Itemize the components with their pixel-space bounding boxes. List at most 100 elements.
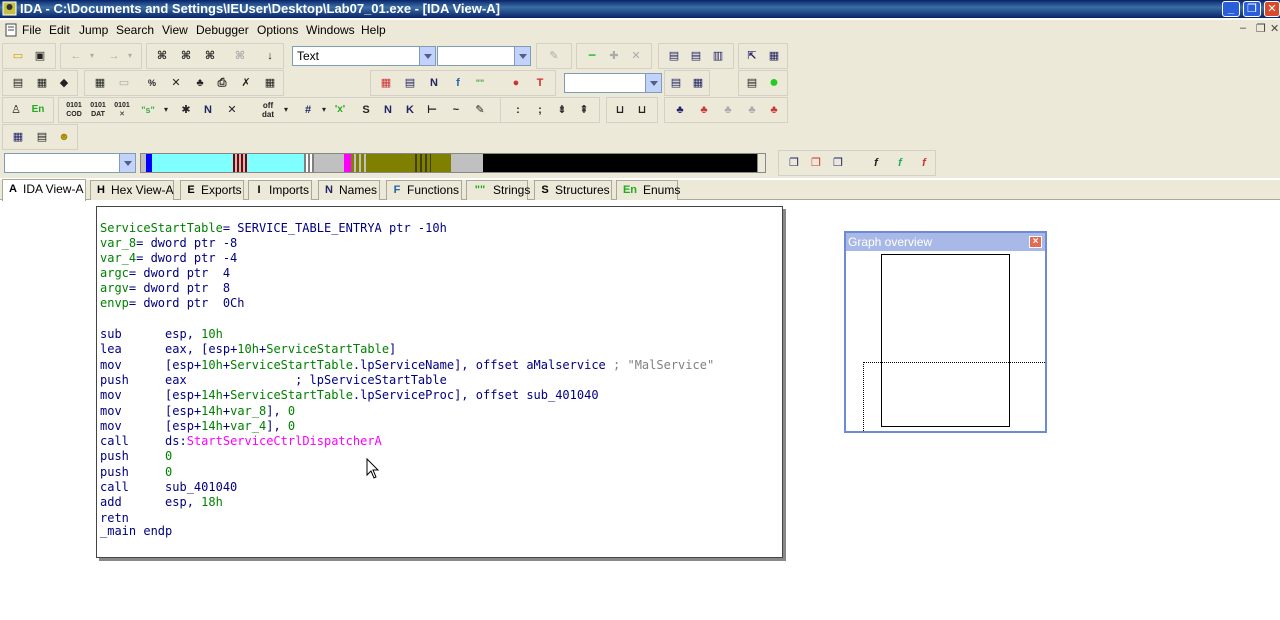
maximize-button[interactable]: ❐: [1243, 1, 1261, 17]
offset-dropdown-icon[interactable]: ▾: [277, 101, 295, 119]
menu-windows[interactable]: Windows: [306, 23, 355, 37]
menu-debugger[interactable]: Debugger: [196, 23, 249, 37]
reset-desktop-icon[interactable]: ⇱: [743, 47, 761, 65]
functions-icon[interactable]: f: [449, 74, 467, 92]
bitwise-not-icon[interactable]: ~: [447, 101, 465, 119]
chevron-down-icon[interactable]: [419, 47, 435, 65]
chart-icon[interactable]: ⊔: [611, 101, 629, 119]
calculator-icon[interactable]: ▦: [91, 74, 109, 92]
tab-imports[interactable]: I Imports: [248, 180, 312, 200]
xref-from-icon[interactable]: ♣: [719, 101, 737, 119]
menu-options[interactable]: Options: [257, 23, 298, 37]
print-icon[interactable]: ⎙: [213, 74, 231, 92]
stack-var-line[interactable]: var_4= dword ptr -4: [100, 251, 237, 266]
stack-var-line[interactable]: var_8= dword ptr -8: [100, 236, 237, 251]
tab-exports[interactable]: E Exports: [180, 180, 244, 200]
binoculars-text-icon[interactable]: ⌘: [201, 47, 219, 65]
binoculars-icon[interactable]: ⌘: [153, 47, 171, 65]
navigation-band[interactable]: [140, 153, 766, 173]
secondary-combo[interactable]: [437, 46, 531, 66]
graph-icon[interactable]: ♣: [191, 74, 209, 92]
person-icon[interactable]: ♙: [7, 101, 25, 119]
cascade-icon[interactable]: ▤: [665, 47, 683, 65]
enum-member-icon[interactable]: N: [379, 101, 397, 119]
menu-help[interactable]: Help: [361, 23, 386, 37]
flow-chart-icon[interactable]: ♣: [671, 101, 689, 119]
chevron-down-icon[interactable]: [514, 47, 530, 65]
back-dropdown-icon[interactable]: ▾: [83, 47, 101, 65]
mdi-close-button[interactable]: ✕: [1270, 22, 1279, 35]
process-icon[interactable]: ▤: [667, 74, 685, 92]
disasm-view-icon[interactable]: ▤: [9, 74, 27, 92]
brush-icon[interactable]: ✎: [545, 47, 563, 65]
delete-icon[interactable]: ✕: [627, 47, 645, 65]
user-xref-icon[interactable]: ♣: [743, 101, 761, 119]
chevron-down-icon[interactable]: [645, 74, 661, 92]
segment-combo[interactable]: [564, 73, 662, 93]
navband-scroll-handle[interactable]: [757, 154, 765, 172]
windows-blue-icon[interactable]: ❐: [829, 154, 847, 172]
segment-icon[interactable]: S: [357, 101, 375, 119]
instruction-line[interactable]: call ds:StartServiceCtrlDispatcherA: [100, 434, 382, 449]
open-icon[interactable]: ▭: [9, 47, 27, 65]
arrange-icon[interactable]: ▦: [765, 47, 783, 65]
plugin-icon[interactable]: ☻: [55, 128, 73, 146]
char-icon[interactable]: 'x': [331, 101, 349, 119]
string-dropdown-icon[interactable]: ▾: [157, 101, 175, 119]
mdi-minimize-button[interactable]: –: [1240, 22, 1246, 34]
stack-var-line[interactable]: argc= dword ptr 4: [100, 266, 230, 281]
jump-icon[interactable]: ↓: [261, 47, 279, 65]
forward-dropdown-icon[interactable]: ▾: [121, 47, 139, 65]
undefine-x-icon[interactable]: ✕: [223, 101, 241, 119]
stack-var-line[interactable]: envp= dword ptr 0Ch: [100, 296, 245, 311]
graph-overview-viewport[interactable]: [863, 362, 1045, 431]
expand-icon[interactable]: ✚: [605, 47, 623, 65]
tab-structures[interactable]: S Structures: [534, 180, 612, 200]
mdi-restore-button[interactable]: ❐: [1256, 22, 1266, 35]
menu-file[interactable]: File: [22, 23, 41, 37]
edit-function-icon[interactable]: f: [891, 154, 909, 172]
stack-icon[interactable]: ⊔: [633, 101, 651, 119]
windows-red-icon[interactable]: ❐: [807, 154, 825, 172]
attach-icon[interactable]: ▦: [689, 74, 707, 92]
strings-icon[interactable]: "": [471, 74, 489, 92]
enum-icon[interactable]: En: [29, 101, 47, 119]
chevron-down-icon[interactable]: [119, 154, 135, 172]
stack-var-line[interactable]: ServiceStartTable= SERVICE_TABLE_ENTRYA …: [100, 221, 447, 236]
instruction-line[interactable]: call sub_401040: [100, 480, 237, 495]
close-icon[interactable]: ×: [1029, 236, 1042, 248]
instruction-line[interactable]: push eax ; lpServiceStartTable: [100, 373, 447, 388]
string-icon[interactable]: "s": [139, 101, 157, 119]
instruction-line[interactable]: add esp, 18h: [100, 495, 223, 510]
instruction-line[interactable]: mov [esp+14h+ServiceStartTable.lpService…: [100, 388, 599, 403]
code-icon[interactable]: 0101 COD: [65, 101, 83, 119]
tile-horizontal-icon[interactable]: ▤: [687, 47, 705, 65]
breakpoint-icon[interactable]: ●: [507, 74, 525, 92]
ida-graph-view[interactable]: ServiceStartTable= SERVICE_TABLE_ENTRYA …: [0, 201, 1280, 620]
tab-functions[interactable]: F Functions: [386, 180, 462, 200]
tab-hex-view-a[interactable]: H Hex View-A: [90, 180, 174, 200]
display-mode-combo[interactable]: Text: [292, 46, 436, 66]
names-icon[interactable]: N: [425, 74, 443, 92]
binoculars-next-icon[interactable]: ⌘: [177, 47, 195, 65]
script-icon[interactable]: ▤: [33, 128, 51, 146]
tab-ida-view-a[interactable]: A IDA View-A: [2, 179, 86, 201]
binoculars-disabled-icon[interactable]: ⌘: [231, 47, 249, 65]
menu-view[interactable]: View: [162, 23, 188, 37]
minimize-button[interactable]: _: [1222, 1, 1240, 17]
array-icon[interactable]: ✱: [177, 101, 195, 119]
instruction-line[interactable]: sub esp, 10h: [100, 327, 223, 342]
menu-jump[interactable]: Jump: [79, 23, 108, 37]
segments-icon[interactable]: ▦: [377, 74, 395, 92]
tab-enums[interactable]: En Enums: [616, 180, 680, 200]
structures-icon[interactable]: ▤: [401, 74, 419, 92]
output-icon[interactable]: ▤: [743, 74, 761, 92]
repeatable-comment-icon[interactable]: ;: [531, 101, 549, 119]
close-button[interactable]: ✕: [1264, 1, 1280, 17]
address-combo[interactable]: [4, 153, 136, 173]
instruction-line[interactable]: lea eax, [esp+10h+ServiceStartTable]: [100, 342, 396, 357]
type-icon[interactable]: T: [531, 74, 549, 92]
grid-icon[interactable]: ▦: [261, 74, 279, 92]
diamond-icon[interactable]: ◆: [55, 74, 73, 92]
instruction-line[interactable]: mov [esp+10h+ServiceStartTable.lpService…: [100, 358, 714, 373]
